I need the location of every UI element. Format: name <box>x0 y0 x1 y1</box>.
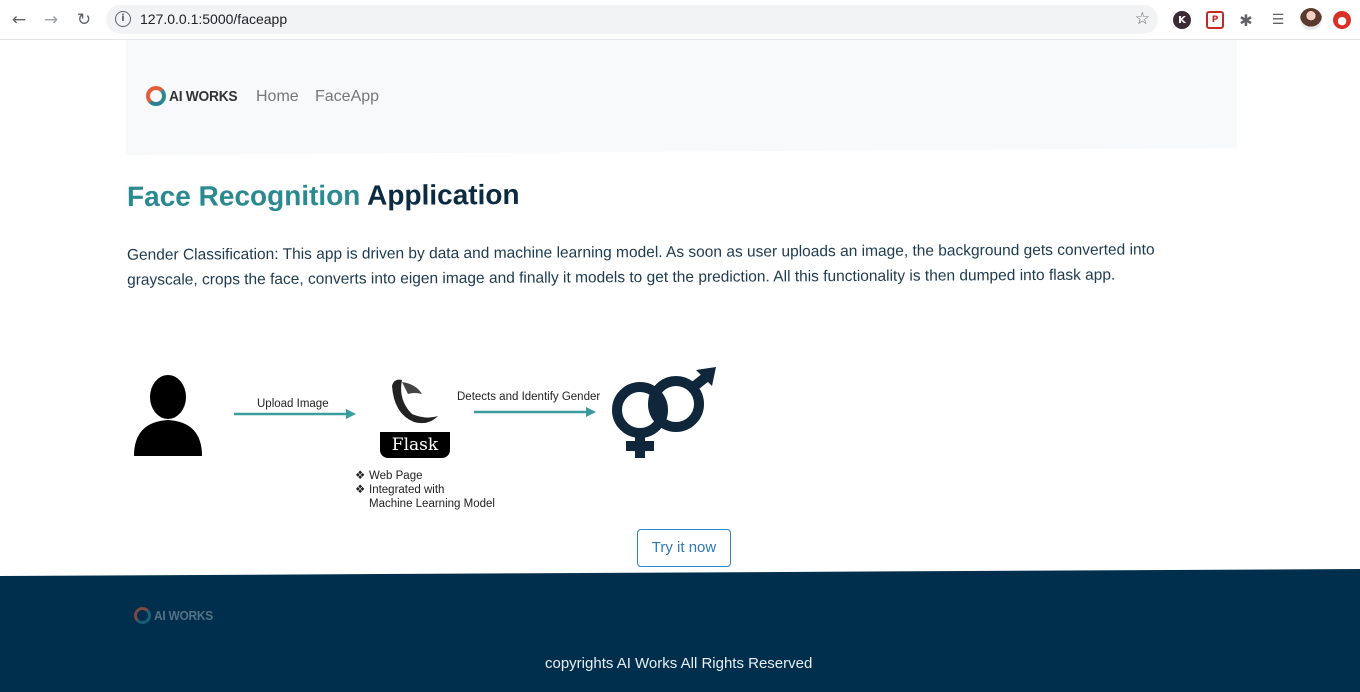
nav-link-faceapp[interactable]: FaceApp <box>315 88 379 106</box>
browser-toolbar: ← → ↻ i 127.0.0.1:5000/faceapp ☆ K P ✱ ☰… <box>0 0 1360 40</box>
user-icon <box>134 375 202 456</box>
brand-ring-icon <box>146 86 166 106</box>
reload-icon[interactable]: ↻ <box>73 9 95 31</box>
gender-symbol-icon <box>612 370 714 458</box>
upload-arrow-icon <box>234 409 356 419</box>
detect-gender-label: Detects and Identify Gender <box>457 391 601 403</box>
media-control-icon[interactable]: ☰ <box>1269 11 1287 29</box>
list-item: ❖ Web Page <box>355 470 423 482</box>
title-rest: Application <box>367 178 520 211</box>
flask-box: Flask <box>380 364 450 460</box>
adblock-extension-icon[interactable]: ● <box>1333 11 1351 29</box>
back-arrow-icon[interactable]: ← <box>8 9 30 31</box>
app-description: Gender Classification: This app is drive… <box>126 241 1155 289</box>
bookmark-star-icon[interactable]: ☆ <box>1135 9 1150 29</box>
site-navbar: AI WORKS Home FaceApp <box>126 40 1237 155</box>
footer-brand-logo[interactable]: AI WORKS <box>134 607 218 624</box>
url-text[interactable]: 127.0.0.1:5000/faceapp <box>140 11 287 27</box>
upload-image-label: Upload Image <box>257 398 329 410</box>
profile-avatar[interactable] <box>1300 8 1322 30</box>
footer-brand-text: AI WORKS <box>154 608 213 623</box>
site-info-icon[interactable]: i <box>115 11 131 27</box>
list-item: Machine Learning Model <box>369 498 495 510</box>
address-bar[interactable]: i 127.0.0.1:5000/faceapp ☆ <box>106 5 1158 34</box>
try-it-now-button[interactable]: Try it now <box>637 529 731 567</box>
brand-text: AI WORKS <box>169 87 238 105</box>
page-title: Face Recognition Application <box>127 179 520 213</box>
extensions-puzzle-icon[interactable]: ✱ <box>1237 11 1255 30</box>
flask-features-list: ❖ Web Page ❖ Integrated with Machine Learn… <box>355 469 495 511</box>
copyright-text: copyrights AI Works All Rights Reserved <box>545 655 813 672</box>
title-highlight: Face Recognition <box>126 179 361 213</box>
brand-logo[interactable]: AI WORKS <box>146 86 243 106</box>
workflow-diagram: Upload Image Detects and Identify Gender… <box>126 350 736 520</box>
pocket-extension-icon[interactable]: P <box>1206 11 1224 29</box>
site-footer: AI WORKS copyrights AI Works All Rights … <box>0 569 1360 692</box>
extension-k-icon[interactable]: K <box>1173 11 1191 29</box>
footer-brand-ring-icon <box>134 607 151 624</box>
list-item: ❖ Integrated with <box>355 484 445 496</box>
flask-label: Flask <box>380 432 450 458</box>
nav-link-home[interactable]: Home <box>256 88 299 106</box>
forward-arrow-icon[interactable]: → <box>40 9 62 31</box>
detect-arrow-icon <box>474 407 596 417</box>
